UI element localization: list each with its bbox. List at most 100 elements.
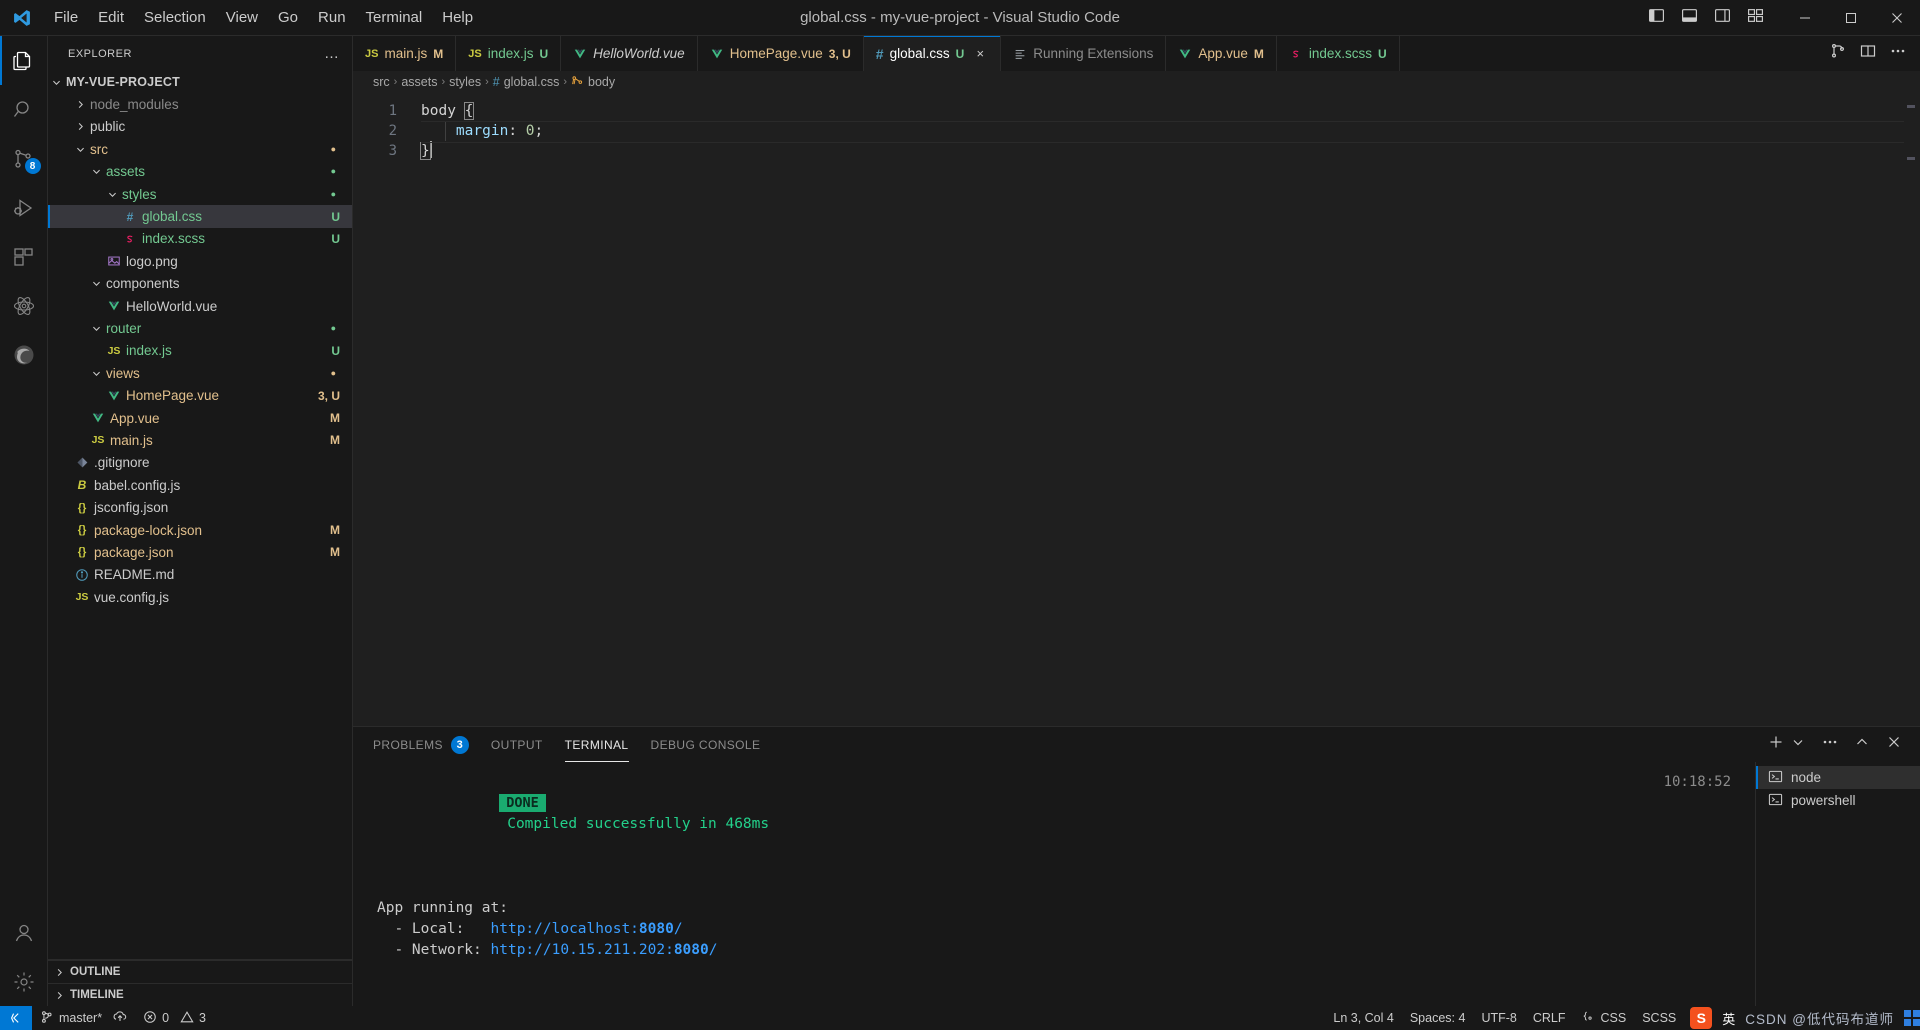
- tree-item-styles[interactable]: styles ●: [48, 183, 352, 205]
- tree-item-homepage-vue[interactable]: HomePage.vue 3, U: [48, 384, 352, 406]
- editor-tab-index-scss[interactable]: index.scss U: [1276, 36, 1400, 71]
- terminal-local-port[interactable]: 8080: [639, 921, 674, 937]
- menu-edit[interactable]: Edit: [88, 5, 134, 30]
- breadcrumb-item-assets[interactable]: assets: [401, 75, 437, 89]
- tree-item-public[interactable]: public: [48, 116, 352, 138]
- split-editor-right-icon[interactable]: [1860, 43, 1876, 64]
- tree-item-babel-config-js[interactable]: Bbabel.config.js: [48, 474, 352, 496]
- editor-tab-homepage-vue[interactable]: HomePage.vue 3, U: [697, 36, 864, 71]
- menu-go[interactable]: Go: [268, 5, 308, 30]
- menu-help[interactable]: Help: [432, 5, 483, 30]
- activitybar-item-accounts[interactable]: [0, 908, 48, 957]
- tree-item-jsconfig-json[interactable]: {} jsconfig.json: [48, 496, 352, 518]
- status-problems[interactable]: 0 3: [135, 1006, 214, 1030]
- explorer-more-actions-icon[interactable]: …: [324, 45, 340, 62]
- tree-item-gitignore[interactable]: .gitignore: [48, 452, 352, 474]
- editor-tab-close-icon[interactable]: ×: [972, 46, 988, 61]
- toggle-primary-sidebar-icon[interactable]: [1648, 7, 1665, 29]
- activitybar-item-run-and-debug[interactable]: [0, 183, 48, 232]
- sogou-ime-logo-icon[interactable]: S: [1690, 1007, 1713, 1029]
- activitybar-item-extensions[interactable]: [0, 232, 48, 281]
- tree-item-index-js[interactable]: JS index.js U: [48, 340, 352, 362]
- status-language-mode[interactable]: CSS: [1574, 1006, 1635, 1030]
- terminal-network-url-prefix[interactable]: http://10.15.211.202:: [491, 942, 674, 958]
- new-terminal-icon[interactable]: [1768, 734, 1784, 755]
- toggle-secondary-sidebar-icon[interactable]: [1714, 7, 1731, 29]
- activitybar-item-explorer[interactable]: [0, 36, 48, 85]
- menu-terminal[interactable]: Terminal: [356, 5, 433, 30]
- section-outline[interactable]: OUTLINE: [48, 960, 352, 983]
- panel-tab-problems[interactable]: PROBLEMS 3: [373, 727, 469, 762]
- editor-tab-global-css[interactable]: # global.css U ×: [863, 36, 1002, 71]
- menu-selection[interactable]: Selection: [134, 5, 216, 30]
- terminal-network-port[interactable]: 8080: [674, 942, 709, 958]
- breadcrumb-item-src[interactable]: src: [373, 75, 390, 89]
- panel-tab-output[interactable]: OUTPUT: [491, 727, 543, 762]
- code-editor[interactable]: 1 2 3 body { margin: 0; }: [353, 93, 1920, 726]
- terminal-list-item-powershell[interactable]: powershell: [1756, 789, 1920, 812]
- status-language-secondary[interactable]: SCSS: [1634, 1006, 1684, 1030]
- activitybar-item-source-control[interactable]: 8: [0, 134, 48, 183]
- tree-item-readme-md[interactable]: README.md: [48, 564, 352, 586]
- maximize-button[interactable]: [1828, 0, 1874, 36]
- activitybar-item-search[interactable]: [0, 85, 48, 134]
- tree-item-router[interactable]: router ●: [48, 317, 352, 339]
- status-indentation[interactable]: Spaces: 4: [1402, 1006, 1474, 1030]
- terminal-dropdown-icon[interactable]: [1790, 734, 1806, 755]
- sync-icon[interactable]: [113, 1010, 127, 1027]
- tree-item-assets[interactable]: assets ●: [48, 161, 352, 183]
- tree-item-index-scss[interactable]: index.scss U: [48, 228, 352, 250]
- split-editor-icon[interactable]: [1830, 43, 1846, 64]
- menu-view[interactable]: View: [216, 5, 268, 30]
- editor-tab-helloworld-vue[interactable]: HelloWorld.vue: [561, 36, 698, 71]
- ime-language-mode[interactable]: 英: [1722, 1009, 1735, 1028]
- tree-item-components[interactable]: components: [48, 273, 352, 295]
- tree-item-package-lock-json[interactable]: {} package-lock.json M: [48, 519, 352, 541]
- tree-item-views[interactable]: views ●: [48, 362, 352, 384]
- tree-item-logo-png[interactable]: logo.png: [48, 250, 352, 272]
- terminal-list-item-node[interactable]: node: [1756, 766, 1920, 789]
- section-timeline[interactable]: TIMELINE: [48, 983, 352, 1006]
- toggle-panel-icon[interactable]: [1681, 7, 1698, 29]
- minimize-button[interactable]: [1782, 0, 1828, 36]
- activitybar-item-settings[interactable]: [0, 957, 48, 1006]
- panel-tab-debug-console[interactable]: DEBUG CONSOLE: [651, 727, 761, 762]
- panel-tab-terminal[interactable]: TERMINAL: [564, 727, 629, 762]
- maximize-panel-icon[interactable]: [1854, 734, 1870, 755]
- close-panel-icon[interactable]: [1886, 734, 1902, 755]
- remote-window-indicator[interactable]: [0, 1006, 32, 1030]
- code-content[interactable]: body { margin: 0; }: [415, 93, 1920, 726]
- status-branch[interactable]: master*: [32, 1006, 135, 1030]
- breadcrumb-item-global-css[interactable]: # global.css: [493, 75, 560, 89]
- menu-run[interactable]: Run: [308, 5, 356, 30]
- tree-item-helloworld-vue[interactable]: HelloWorld.vue: [48, 295, 352, 317]
- terminal-output[interactable]: DONE Compiled successfully in 468ms App …: [353, 762, 1755, 1006]
- tree-item-main-js[interactable]: JS main.js M: [48, 429, 352, 451]
- tree-item-src[interactable]: src ●: [48, 138, 352, 160]
- activitybar-item-react-devtools[interactable]: [0, 281, 48, 330]
- tree-root-my-vue-project[interactable]: MY-VUE-PROJECT: [48, 71, 352, 93]
- status-eol[interactable]: CRLF: [1525, 1006, 1574, 1030]
- ime-keyboard-icon[interactable]: [1904, 1010, 1920, 1026]
- editor-more-actions-icon[interactable]: [1890, 43, 1906, 64]
- tree-item-global-css[interactable]: # global.css U: [48, 205, 352, 229]
- editor-tab-app-vue[interactable]: App.vue M: [1166, 36, 1277, 71]
- tree-item-app-vue[interactable]: App.vue M: [48, 407, 352, 429]
- status-cursor-position[interactable]: Ln 3, Col 4: [1325, 1006, 1401, 1030]
- tree-item-vue-config-js[interactable]: JS vue.config.js: [48, 586, 352, 608]
- panel-more-actions-icon[interactable]: [1822, 734, 1838, 755]
- editor-tab-main-js[interactable]: JS main.js M: [353, 36, 457, 71]
- editor-tab-running-extensions[interactable]: Running Extensions: [1001, 36, 1167, 71]
- activitybar-item-edge-tools[interactable]: [0, 330, 48, 379]
- terminal-local-url-prefix[interactable]: http://localhost:: [491, 921, 639, 937]
- editor-tab-index-js[interactable]: JS index.js U: [456, 36, 562, 71]
- tree-item-node-modules[interactable]: node_modules: [48, 93, 352, 115]
- close-button[interactable]: [1874, 0, 1920, 36]
- status-encoding[interactable]: UTF-8: [1473, 1006, 1524, 1030]
- tree-item-package-json[interactable]: {} package.json M: [48, 541, 352, 563]
- menu-file[interactable]: File: [44, 5, 88, 30]
- terminal-local-suffix[interactable]: /: [674, 921, 683, 937]
- breadcrumb-item-body[interactable]: body: [571, 74, 615, 90]
- customize-layout-icon[interactable]: [1747, 7, 1764, 29]
- terminal-network-suffix[interactable]: /: [709, 942, 718, 958]
